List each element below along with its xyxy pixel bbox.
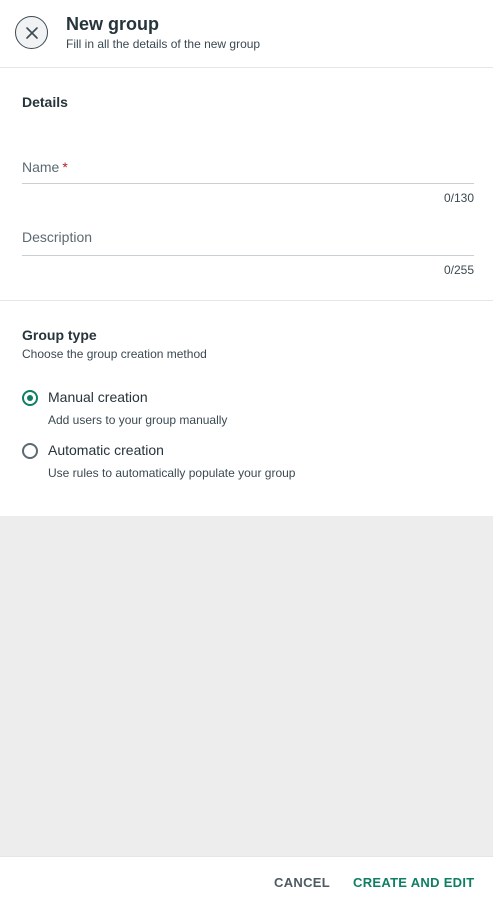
group-type-title: Group type bbox=[22, 327, 97, 343]
manual-creation-help: Add users to your group manually bbox=[48, 413, 228, 427]
name-field-underline bbox=[22, 183, 474, 184]
automatic-creation-radio[interactable] bbox=[22, 443, 38, 459]
create-and-edit-button[interactable]: CREATE AND EDIT bbox=[353, 875, 475, 890]
automatic-creation-help: Use rules to automatically populate your… bbox=[48, 466, 296, 480]
empty-area bbox=[0, 516, 493, 856]
description-input[interactable] bbox=[22, 224, 474, 254]
panel-footer: CANCEL CREATE AND EDIT bbox=[0, 856, 493, 912]
group-type-description: Choose the group creation method bbox=[22, 347, 207, 361]
page-subtitle: Fill in all the details of the new group bbox=[66, 37, 261, 51]
details-section: Details Name * 0/130 Description 0/255 bbox=[0, 69, 493, 301]
close-button[interactable] bbox=[15, 16, 48, 49]
page-title: New group bbox=[66, 14, 159, 34]
automatic-creation-label[interactable]: Automatic creation bbox=[48, 442, 164, 458]
manual-creation-radio[interactable] bbox=[22, 390, 38, 406]
description-char-counter: 0/255 bbox=[443, 263, 474, 277]
details-section-title: Details bbox=[22, 94, 68, 110]
group-type-section: Group type Choose the group creation met… bbox=[0, 302, 493, 516]
name-char-counter: 0/130 bbox=[443, 191, 474, 205]
description-field-underline bbox=[22, 255, 474, 256]
close-icon bbox=[25, 26, 38, 39]
cancel-button[interactable]: CANCEL bbox=[274, 875, 330, 890]
manual-creation-label[interactable]: Manual creation bbox=[48, 389, 148, 405]
panel-header: New group Fill in all the details of the… bbox=[0, 0, 493, 68]
name-input[interactable] bbox=[22, 153, 474, 183]
